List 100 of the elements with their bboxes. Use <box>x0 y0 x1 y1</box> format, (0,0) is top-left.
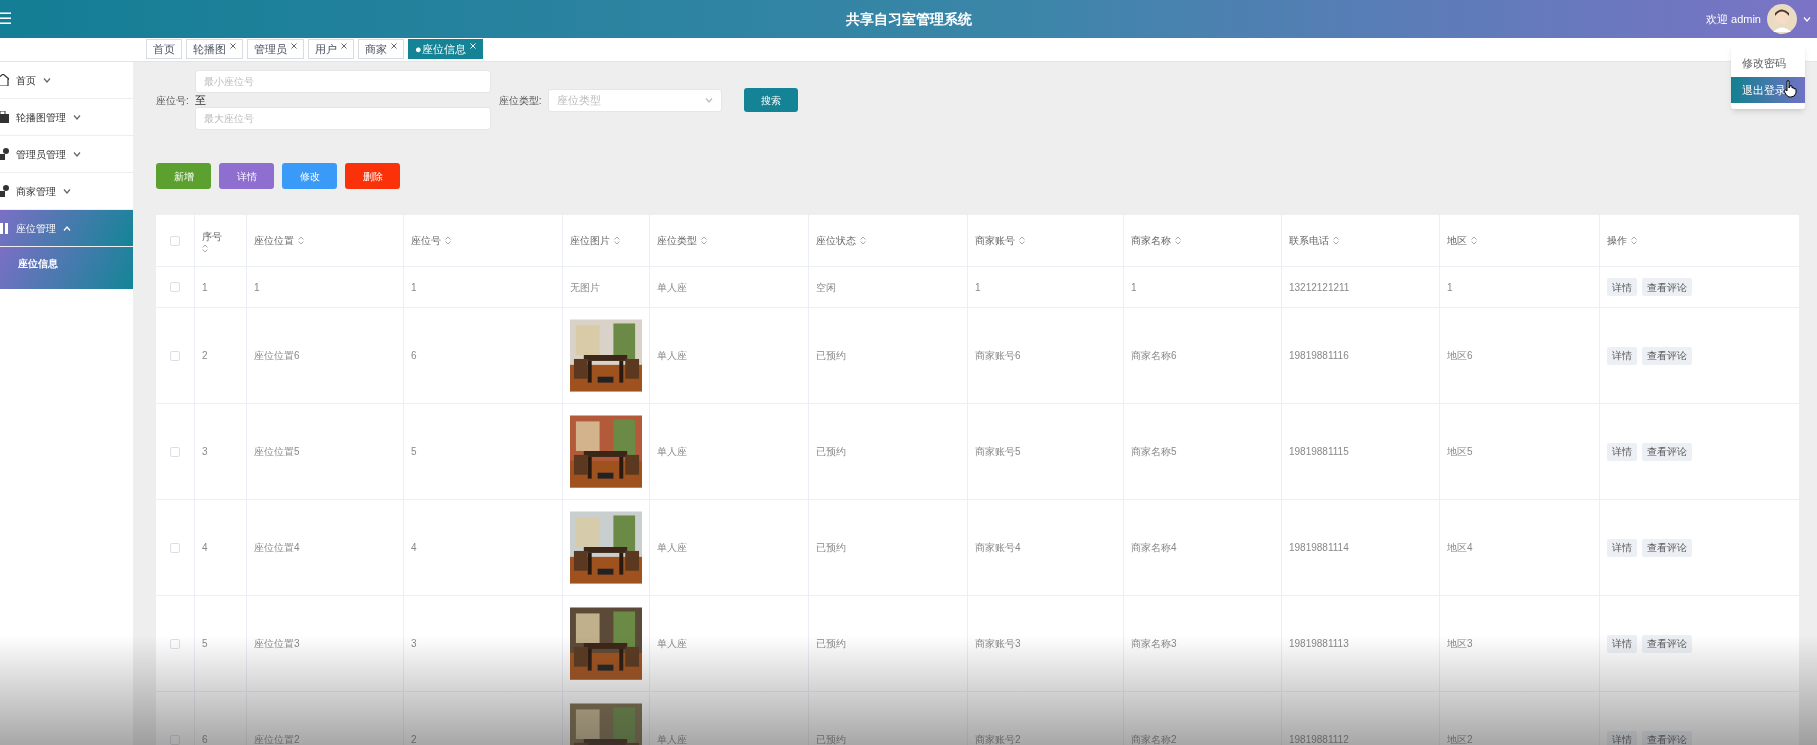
tab-label: 轮播图 <box>193 42 226 57</box>
row-button[interactable]: 查看评论 <box>1642 346 1692 365</box>
column-header: 座位图片 <box>570 234 610 248</box>
sort-icon[interactable] <box>1631 236 1637 245</box>
action-button[interactable]: 删除 <box>345 163 400 189</box>
table-cell-text: 座位位置5 <box>254 445 300 459</box>
table-cell-text: 地区5 <box>1447 445 1473 459</box>
sort-icon[interactable] <box>701 236 707 245</box>
app-title: 共享自习室管理系统 <box>845 9 972 29</box>
table-cell-text: 已预约 <box>816 733 846 745</box>
sidebar-item[interactable]: 管理员管理 <box>0 136 133 173</box>
search-button[interactable]: 搜索 <box>743 88 798 112</box>
table-cell-text: 19819881115 <box>1289 445 1349 459</box>
row-button[interactable]: 详情 <box>1607 538 1637 557</box>
chevron-up-icon <box>63 225 71 231</box>
tab[interactable]: 管理员 <box>247 39 304 59</box>
table-cell-text: 19819881113 <box>1289 637 1349 651</box>
table-cell-text: 已预约 <box>816 541 846 555</box>
sort-icon[interactable] <box>614 236 620 245</box>
table-cell-text: 19819881114 <box>1289 541 1349 555</box>
checkbox[interactable] <box>170 235 180 246</box>
sidebar-item[interactable]: 轮播图管理 <box>0 99 133 136</box>
row-button[interactable]: 查看评论 <box>1642 730 1692 745</box>
table-cell-text: 13212121211 <box>1289 280 1350 295</box>
row-button[interactable]: 查看评论 <box>1642 278 1692 296</box>
tab[interactable]: ●座位信息 <box>408 39 483 59</box>
sort-icon[interactable] <box>298 236 304 245</box>
table-cell-text: 19819881116 <box>1289 349 1349 363</box>
column-header: 商家账号 <box>975 234 1015 248</box>
input-field[interactable]: 最大座位号 <box>194 107 491 130</box>
checkbox[interactable] <box>170 446 180 457</box>
checkbox[interactable] <box>170 350 180 361</box>
row-button[interactable]: 查看评论 <box>1642 538 1692 557</box>
checkbox[interactable] <box>170 282 180 292</box>
column-header: 座位位置 <box>254 234 294 248</box>
user-icon <box>0 185 9 197</box>
chevron-down-icon <box>73 114 81 120</box>
table-cell-text: 商家名称2 <box>1131 733 1177 745</box>
table-cell-text: 3 <box>411 637 417 651</box>
tab-label: 商家 <box>365 42 387 57</box>
row-button[interactable]: 详情 <box>1607 730 1637 745</box>
table-cell-text: 地区3 <box>1447 637 1473 651</box>
action-button[interactable]: 详情 <box>219 163 274 189</box>
sidebar-label: 轮播图管理 <box>16 110 66 125</box>
close-icon[interactable] <box>291 43 297 49</box>
table-cell-text: 座位位置4 <box>254 541 300 555</box>
table-cell-text: 商家账号2 <box>975 733 1021 745</box>
column-header: 座位状态 <box>816 234 856 248</box>
table-cell-text: 3 <box>202 445 208 459</box>
table-cell-text: 座位位置6 <box>254 349 300 363</box>
checkbox[interactable] <box>170 542 180 553</box>
sort-icon[interactable] <box>445 236 451 245</box>
sidebar-item[interactable]: 座位管理 <box>0 210 133 247</box>
home-icon <box>0 74 9 86</box>
close-icon[interactable] <box>341 43 347 49</box>
table-cell-text: 5 <box>411 445 417 459</box>
sidebar-label: 座位管理 <box>16 221 56 236</box>
tab[interactable]: 用户 <box>308 39 354 59</box>
table-cell-text: 2 <box>202 349 208 363</box>
sort-icon[interactable] <box>1471 236 1477 245</box>
sidebar-label: 管理员管理 <box>16 147 66 162</box>
row-button[interactable]: 详情 <box>1607 634 1637 653</box>
tab[interactable]: 轮播图 <box>186 39 243 59</box>
sort-icon[interactable] <box>1019 236 1025 245</box>
row-button[interactable]: 查看评论 <box>1642 442 1692 461</box>
bag-icon <box>0 111 9 123</box>
close-icon[interactable] <box>391 43 397 49</box>
checkbox[interactable] <box>170 638 180 649</box>
menu-item[interactable]: 退出登录 <box>1731 76 1805 103</box>
table-cell-text: 4 <box>202 541 208 555</box>
column-header: 操作 <box>1607 234 1627 248</box>
field-label: 座位类型: <box>498 93 542 108</box>
sort-icon[interactable] <box>202 243 208 253</box>
chevron-down-icon <box>43 77 51 83</box>
row-button[interactable]: 详情 <box>1607 442 1637 461</box>
tab[interactable]: 首页 <box>146 39 182 59</box>
row-button[interactable]: 详情 <box>1607 346 1637 365</box>
tab[interactable]: 商家 <box>358 39 404 59</box>
sidebar-item[interactable]: 首页 <box>0 62 133 99</box>
avatar-icon[interactable] <box>1767 4 1797 34</box>
column-header: 联系电话 <box>1289 234 1329 248</box>
table-cell-text: 6 <box>202 733 208 745</box>
sort-icon[interactable] <box>860 236 866 245</box>
column-header: 地区 <box>1447 234 1467 248</box>
table-cell-text: 1 <box>411 280 417 295</box>
menu-item[interactable]: 修改密码 <box>1731 50 1805 77</box>
table-cell-text: 单人座 <box>657 349 687 363</box>
table-cell-text: 1 <box>1447 280 1453 295</box>
table-cell-text: 2 <box>411 733 417 745</box>
sort-icon[interactable] <box>1175 236 1181 245</box>
sidebar-label: 商家管理 <box>16 184 56 199</box>
input-field[interactable]: 最小座位号 <box>194 70 491 93</box>
row-button[interactable]: 详情 <box>1607 278 1637 296</box>
sort-icon[interactable] <box>1333 236 1339 245</box>
user-icon <box>0 148 9 160</box>
close-icon[interactable] <box>230 43 236 49</box>
table-cell-text: 6 <box>411 349 417 363</box>
table-cell-text: 单人座 <box>657 541 687 555</box>
row-button[interactable]: 查看评论 <box>1642 634 1692 653</box>
checkbox[interactable] <box>170 734 180 745</box>
